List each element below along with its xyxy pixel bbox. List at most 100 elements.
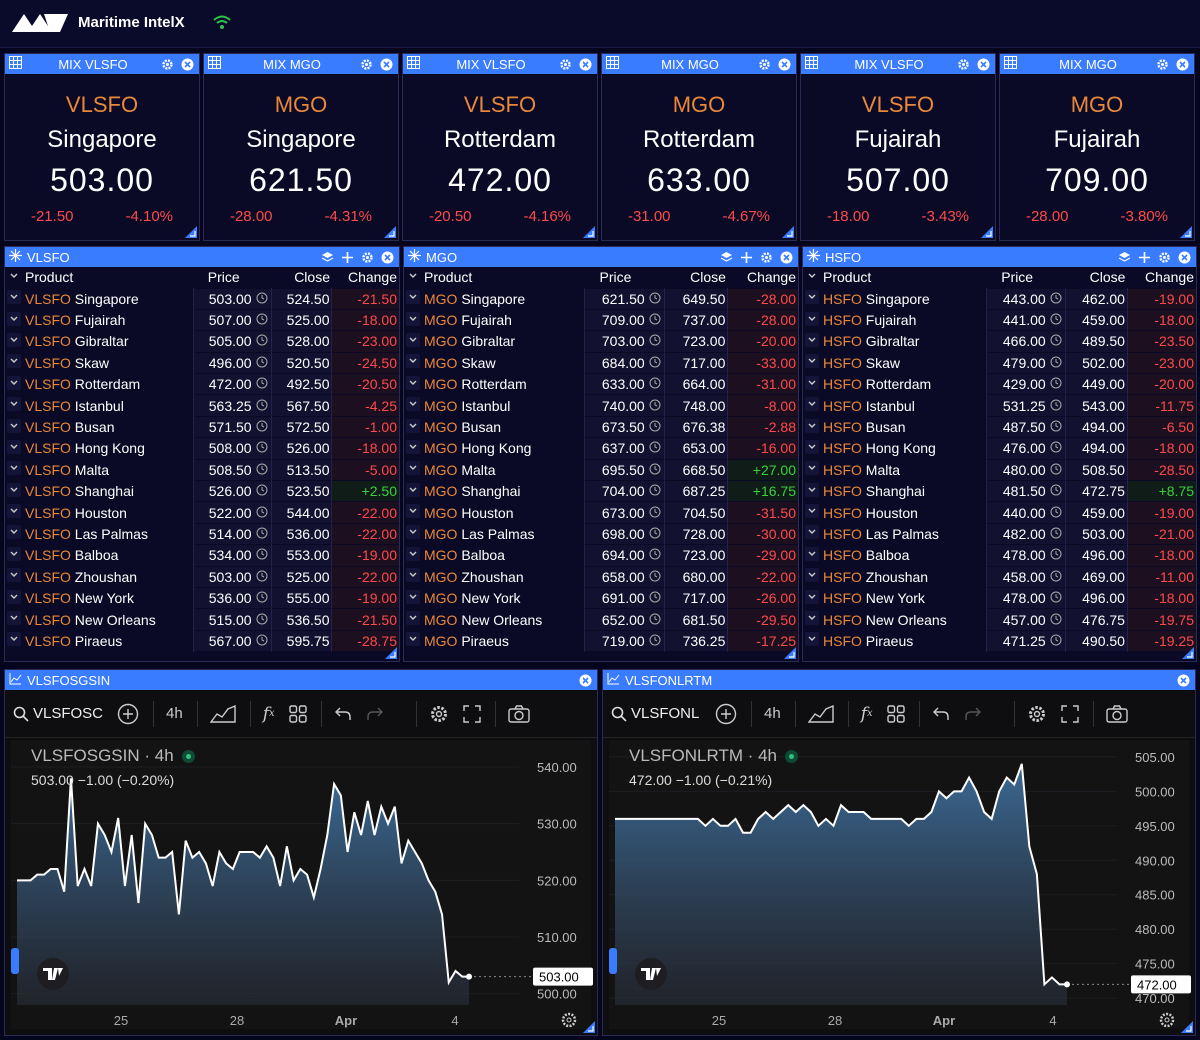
table-row[interactable]: HSFO Houston 440.00 459.00 -19.00 — [803, 501, 1196, 524]
side-panel-toggle[interactable] — [11, 948, 19, 974]
table-row[interactable]: VLSFO Busan 571.50 572.50 -1.00 — [5, 416, 399, 438]
column-header-close[interactable]: Close — [271, 267, 332, 288]
close-icon[interactable] — [577, 672, 593, 688]
chevron-down-icon[interactable] — [805, 397, 819, 412]
table-row[interactable]: MGO Zhoushan 658.00 680.00 -22.00 — [404, 566, 798, 588]
chevron-down-icon[interactable] — [7, 482, 21, 497]
settings-icon[interactable] — [758, 249, 774, 265]
column-header-change[interactable]: Change — [1127, 267, 1196, 288]
clock-icon[interactable] — [649, 333, 661, 349]
symbol-search-button[interactable]: VLSFONL — [611, 705, 701, 722]
table-row[interactable]: HSFO Rotterdam 429.00 449.00 -20.00 — [803, 373, 1196, 395]
chevron-down-icon[interactable] — [7, 568, 21, 583]
clock-icon[interactable] — [256, 440, 268, 456]
clock-icon[interactable] — [649, 312, 661, 328]
settings-icon[interactable] — [1154, 56, 1170, 72]
table-row[interactable]: HSFO Zhoushan 458.00 469.00 -11.00 — [803, 566, 1196, 588]
table-row[interactable]: HSFO Fujairah 441.00 459.00 -18.00 — [803, 309, 1196, 331]
close-icon[interactable] — [1174, 56, 1190, 72]
table-row[interactable]: HSFO Shanghai 481.50 472.75 +8.75 — [803, 480, 1196, 502]
table-row[interactable]: MGO Skaw 684.00 717.00 -33.00 — [404, 352, 798, 374]
table-row[interactable]: MGO Las Palmas 698.00 728.00 -30.00 — [404, 523, 798, 545]
table-row[interactable]: MGO Rotterdam 633.00 664.00 -31.00 — [404, 373, 798, 395]
chart-area[interactable]: 505.00 500.00 495.00 490.00 485.00 480.00 475.… — [609, 740, 1191, 1029]
clock-icon[interactable] — [649, 291, 661, 307]
chevron-down-icon[interactable] — [7, 611, 21, 626]
chevron-down-icon[interactable] — [406, 397, 420, 412]
settings-icon[interactable] — [955, 56, 971, 72]
clock-icon[interactable] — [256, 333, 268, 349]
column-header-price[interactable]: Price — [193, 267, 254, 288]
chevron-down-icon[interactable] — [7, 311, 21, 326]
column-header-price[interactable]: Price — [584, 267, 647, 288]
table-row[interactable]: VLSFO Skaw 496.00 520.50 -24.50 — [5, 352, 399, 374]
table-row[interactable]: MGO Hong Kong 637.00 653.00 -16.00 — [404, 437, 798, 460]
clock-icon[interactable] — [256, 419, 268, 435]
chart-type-icon[interactable] — [807, 704, 834, 724]
table-row[interactable]: MGO Shanghai 704.00 687.25 +16.75 — [404, 480, 798, 502]
column-header-change[interactable]: Change — [331, 267, 399, 288]
chevron-down-icon[interactable] — [7, 332, 21, 347]
table-row[interactable]: HSFO Busan 487.50 494.00 -6.50 — [803, 416, 1196, 438]
settings-icon[interactable] — [756, 56, 772, 72]
add-icon[interactable] — [738, 249, 754, 265]
clock-icon[interactable] — [649, 547, 661, 563]
clock-icon[interactable] — [1050, 462, 1062, 478]
chevron-down-icon[interactable] — [7, 504, 21, 519]
chevron-down-icon[interactable] — [805, 290, 819, 305]
table-row[interactable]: HSFO New Orleans 457.00 476.75 -19.75 — [803, 608, 1196, 631]
table-row[interactable]: VLSFO Balboa 534.00 553.00 -19.00 — [5, 544, 399, 567]
close-icon[interactable] — [378, 56, 394, 72]
clock-icon[interactable] — [1050, 440, 1062, 456]
tradingview-logo-icon[interactable] — [37, 958, 69, 990]
close-icon[interactable] — [778, 249, 794, 265]
chevron-down-icon[interactable] — [805, 546, 819, 561]
clock-icon[interactable] — [649, 483, 661, 499]
clock-icon[interactable] — [256, 633, 268, 649]
table-row[interactable]: VLSFO Gibraltar 505.00 528.00 -23.00 — [5, 330, 399, 353]
chevron-down-icon[interactable] — [7, 375, 21, 390]
chart-area[interactable]: 540.00 530.00 520.00 510.00 500.00 503.00 25 28… — [11, 740, 593, 1029]
column-header-product[interactable]: Product — [821, 267, 987, 288]
chevron-down-icon[interactable] — [406, 525, 420, 540]
column-header-change[interactable]: Change — [727, 267, 798, 288]
table-row[interactable]: VLSFO Malta 508.50 513.50 -5.00 — [5, 459, 399, 481]
fullscreen-icon[interactable] — [462, 704, 481, 723]
clock-icon[interactable] — [256, 612, 268, 628]
table-row[interactable]: MGO Gibraltar 703.00 723.00 -20.00 — [404, 330, 798, 353]
chevron-down-icon[interactable] — [7, 525, 21, 540]
table-row[interactable]: HSFO Skaw 479.00 502.00 -23.00 — [803, 352, 1196, 374]
chevron-down-icon[interactable] — [7, 632, 21, 647]
settings-icon[interactable] — [159, 56, 175, 72]
table-row[interactable]: HSFO Piraeus 471.25 490.50 -19.25 — [803, 630, 1196, 652]
close-icon[interactable] — [1176, 249, 1192, 265]
table-row[interactable]: VLSFO Fujairah 507.00 525.00 -18.00 — [5, 309, 399, 331]
settings-icon[interactable] — [429, 704, 449, 724]
chevron-down-icon[interactable] — [406, 418, 420, 433]
redo-icon[interactable] — [964, 706, 982, 722]
clock-icon[interactable] — [256, 505, 268, 521]
clock-icon[interactable] — [649, 590, 661, 606]
chevron-down-icon[interactable] — [406, 354, 420, 369]
close-icon[interactable] — [776, 56, 792, 72]
table-row[interactable]: MGO New Orleans 652.00 681.50 -29.50 — [404, 608, 798, 631]
chevron-down-icon[interactable] — [805, 354, 819, 369]
clock-icon[interactable] — [649, 440, 661, 456]
camera-icon[interactable] — [507, 704, 530, 723]
chevron-down-icon[interactable] — [406, 290, 420, 305]
chevron-down-icon[interactable] — [805, 311, 819, 326]
chevron-down-icon[interactable] — [805, 482, 819, 497]
chevron-down-icon[interactable] — [805, 332, 819, 347]
table-row[interactable]: VLSFO New Orleans 515.00 536.50 -21.50 — [5, 608, 399, 631]
table-row[interactable]: HSFO New York 478.00 496.00 -18.00 — [803, 587, 1196, 609]
chevron-down-icon[interactable] — [406, 611, 420, 626]
column-header-product[interactable]: Product — [23, 267, 194, 288]
chevron-down-icon[interactable] — [406, 632, 420, 647]
table-row[interactable]: MGO Fujairah 709.00 737.00 -28.00 — [404, 309, 798, 331]
camera-icon[interactable] — [1105, 704, 1128, 723]
column-header-close[interactable]: Close — [1065, 267, 1128, 288]
clock-icon[interactable] — [649, 398, 661, 414]
chevron-down-icon[interactable] — [7, 397, 21, 412]
table-row[interactable]: MGO Singapore 621.50 649.50 -28.00 — [404, 288, 798, 310]
chevron-down-icon[interactable] — [406, 482, 420, 497]
